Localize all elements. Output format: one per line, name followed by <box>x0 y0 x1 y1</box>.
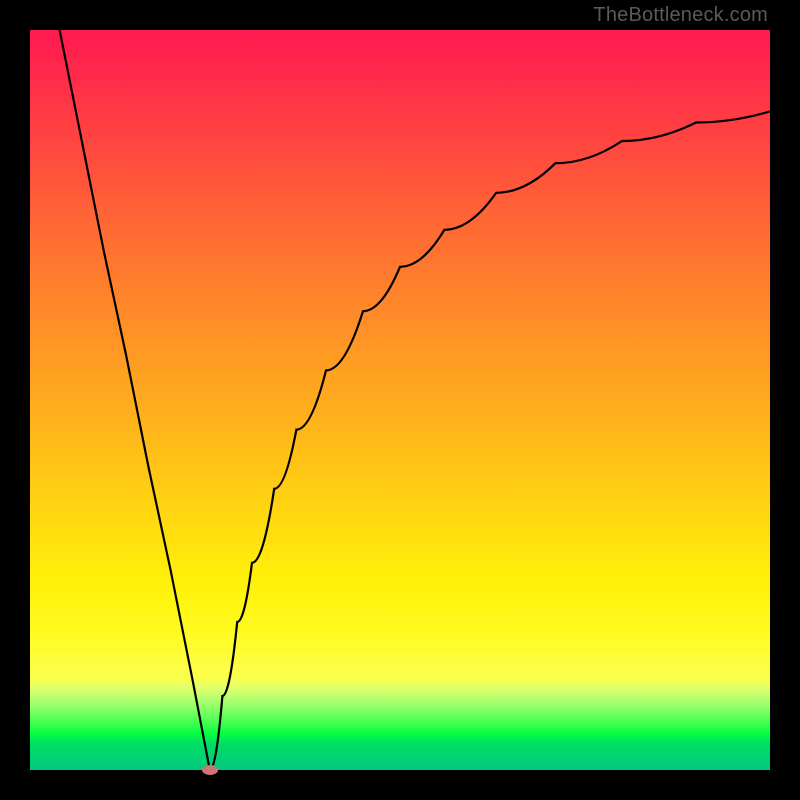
plot-area <box>30 30 770 770</box>
bottleneck-point-marker <box>202 765 218 775</box>
chart-frame: TheBottleneck.com <box>0 0 800 800</box>
bottleneck-curve <box>60 30 770 770</box>
watermark-text: TheBottleneck.com <box>593 4 768 27</box>
bottleneck-curve-svg <box>30 30 770 770</box>
